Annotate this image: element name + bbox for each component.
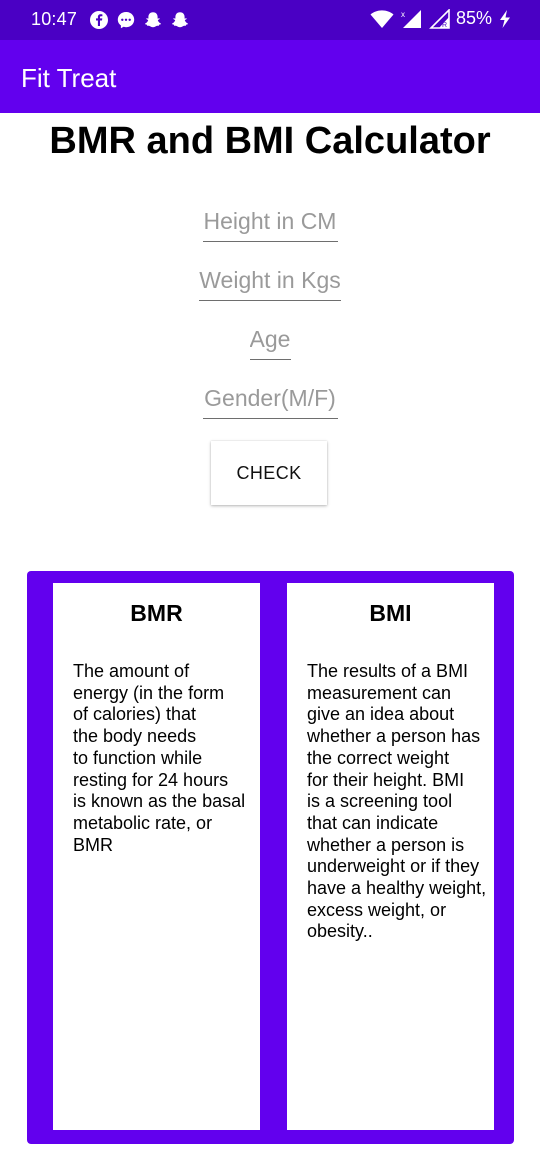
signal-icon: x bbox=[400, 9, 422, 29]
snapchat-icon bbox=[142, 9, 163, 30]
wifi-icon bbox=[370, 9, 394, 29]
bmr-card-title: BMR bbox=[130, 600, 183, 626]
bmr-text-line: of calories) that bbox=[73, 704, 197, 725]
bmi-card-title: BMI bbox=[369, 600, 412, 626]
weight-field-wrapper bbox=[0, 261, 540, 301]
bmr-text-line: resting for 24 hours bbox=[73, 769, 229, 790]
bmi-text-line: The results of a BMI bbox=[307, 661, 469, 681]
height-field-wrapper bbox=[0, 202, 540, 242]
page-title: BMR and BMI Calculator bbox=[49, 120, 491, 162]
svg-text:R: R bbox=[442, 22, 447, 29]
app-bar: Fit Treat bbox=[0, 40, 540, 113]
snapchat-icon bbox=[169, 9, 190, 30]
bmr-card-text: The amount of energy (in the form of cal… bbox=[73, 661, 253, 856]
bmi-card: BMI The results of a BMI measurement can… bbox=[287, 583, 494, 1130]
bmi-text-line: give an idea about bbox=[307, 704, 455, 725]
bmr-text-line: the body needs bbox=[73, 726, 197, 747]
system-status: x R 85% bbox=[370, 8, 512, 29]
bmi-text-line: for their height. BMI bbox=[307, 769, 465, 790]
facebook-icon bbox=[88, 9, 109, 30]
info-panel: BMR The amount of energy (in the form of… bbox=[27, 571, 514, 1144]
bmr-text-line: energy (in the form bbox=[73, 682, 225, 703]
bmr-text-line: is known as the basal bbox=[73, 791, 246, 812]
bmr-card: BMR The amount of energy (in the form of… bbox=[53, 583, 260, 1130]
charging-icon bbox=[498, 9, 512, 29]
bmr-text-line: to function while bbox=[73, 747, 203, 768]
battery-level: 85% bbox=[455, 8, 492, 28]
bmi-text-line: is a screening tool bbox=[307, 791, 453, 812]
bmi-text-line: whether a person has bbox=[307, 726, 481, 747]
bmr-text-line: BMR bbox=[73, 834, 113, 855]
signal-r-icon: R bbox=[428, 8, 450, 29]
notification-icons bbox=[88, 9, 190, 30]
messenger-icon bbox=[115, 9, 136, 30]
bmi-text-line: the correct weight bbox=[307, 747, 450, 768]
bmi-text-line: underweight or if they bbox=[307, 856, 480, 877]
status-time: 10:47 bbox=[31, 9, 78, 29]
check-button[interactable]: CHECK bbox=[211, 441, 327, 505]
weight-input[interactable] bbox=[199, 261, 341, 301]
status-bar: 10:47 x R 85% bbox=[0, 0, 540, 40]
bmi-text-line: excess weight, or bbox=[307, 899, 447, 920]
svg-text:x: x bbox=[401, 10, 405, 19]
bmi-text-line: obesity.. bbox=[307, 921, 373, 942]
age-field-wrapper bbox=[0, 320, 540, 360]
bmi-text-line: have a healthy weight, bbox=[307, 878, 487, 899]
app-title: Fit Treat bbox=[21, 63, 117, 93]
bmi-card-text: The results of a BMI measurement can giv… bbox=[307, 661, 487, 943]
height-input[interactable] bbox=[202, 202, 338, 242]
gender-field-wrapper bbox=[0, 379, 540, 419]
bmr-text-line: The amount of bbox=[73, 661, 190, 681]
bmi-text-line: that can indicate bbox=[307, 812, 439, 833]
bmr-text-line: metabolic rate, or bbox=[73, 812, 213, 833]
bmi-text-line: measurement can bbox=[307, 682, 452, 703]
age-input[interactable] bbox=[249, 320, 291, 360]
bmi-text-line: whether a person is bbox=[307, 834, 465, 855]
gender-input[interactable] bbox=[202, 379, 338, 419]
